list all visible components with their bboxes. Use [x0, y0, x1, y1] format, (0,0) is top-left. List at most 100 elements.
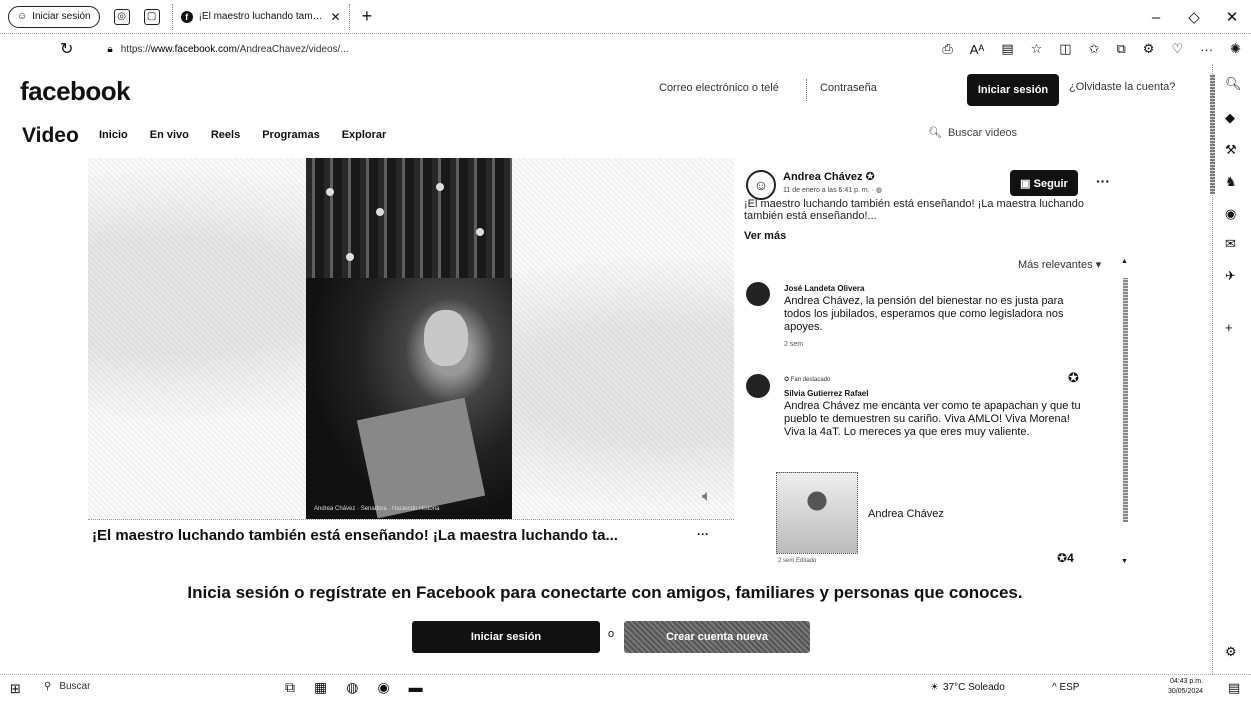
copilot-icon[interactable]: ✺ — [1230, 41, 1241, 57]
search-icon: 🔍︎ — [928, 127, 942, 139]
close-window-button[interactable]: ✕ — [1213, 0, 1251, 34]
start-icon[interactable]: ⊞ — [10, 681, 21, 697]
scrollbar-thumb[interactable] — [1123, 278, 1128, 522]
author-name-text: Andrea Chávez — [783, 171, 863, 183]
workspaces-icon[interactable]: ◎ — [113, 8, 130, 25]
tray-text: ^ ESP — [1052, 682, 1080, 693]
shared-name[interactable]: Andrea Chávez — [868, 508, 944, 520]
games-icon[interactable]: ♞ — [1225, 174, 1237, 190]
weather-text: 37°C Soleado — [942, 682, 1005, 693]
url-field[interactable]: https://www.facebook.com/AndreaChavez/vi… — [121, 44, 349, 55]
commenter-avatar[interactable] — [746, 282, 770, 306]
more-icon[interactable]: ··· — [1200, 42, 1213, 57]
forgot-account-link[interactable]: ¿Olvidaste la cuenta? — [1069, 81, 1175, 93]
caption-more-button[interactable]: ··· — [697, 527, 709, 541]
shared-image[interactable] — [776, 472, 858, 554]
see-more-link[interactable]: Ver más — [744, 230, 786, 242]
top-fan-badge: ✪ Fan destacado — [784, 377, 831, 383]
video-search[interactable]: 🔍︎ Buscar videos — [928, 126, 1018, 140]
file-explorer-icon[interactable]: ▬ — [409, 679, 423, 696]
reaction-count: 4 — [1067, 551, 1074, 565]
nav-explorar[interactable]: Explorar — [342, 129, 387, 141]
author-name[interactable]: Andrea Chávez ✪ — [783, 170, 875, 183]
follow-button[interactable]: ▣ Seguir — [1010, 170, 1078, 196]
follow-label: Seguir — [1033, 177, 1068, 190]
video-ceiling — [306, 158, 512, 288]
shopping-icon[interactable]: ◆ — [1225, 110, 1235, 126]
ceiling-light — [376, 208, 384, 216]
favorites-bar-icon[interactable]: ✩ — [1089, 41, 1100, 57]
widgets-icon[interactable]: ▦ — [314, 679, 327, 696]
nav-programas[interactable]: Programas — [262, 129, 319, 141]
video-search-placeholder: Buscar videos — [947, 126, 1018, 139]
create-account-button[interactable]: Crear cuenta nueva — [624, 621, 810, 653]
commenter-avatar[interactable] — [746, 374, 770, 398]
post-date[interactable]: 11 de enero a las 6:41 p. m. · ◍ — [783, 186, 882, 194]
commenter-name[interactable]: Silvia Gutierrez Rafael — [784, 387, 1084, 400]
extensions-icon[interactable]: ⚙ — [1143, 41, 1155, 57]
ceiling-light — [436, 183, 444, 191]
tab-actions-icon[interactable]: ▢ — [143, 8, 160, 25]
author-avatar[interactable]: ☺ — [746, 170, 776, 200]
prompt-login-button[interactable]: Iniciar sesión — [412, 621, 600, 653]
comment-text: Andrea Chávez, la pensión del bienestar … — [784, 295, 1064, 333]
add-icon[interactable]: + — [1225, 320, 1233, 335]
profile-button[interactable]: ☺ Iniciar sesión — [8, 5, 100, 28]
shared-reactions[interactable]: ✪4 — [1057, 551, 1074, 565]
outlook-icon[interactable]: ✉ — [1225, 236, 1236, 252]
clock-time: 04:43 p.m. — [1169, 678, 1204, 685]
task-view-icon[interactable]: ⧉ — [285, 679, 295, 696]
comment-time[interactable]: 2 sem — [784, 338, 1084, 351]
lock-icon[interactable]: 🔒︎ — [107, 44, 112, 55]
reader-icon[interactable]: ▤ — [1001, 41, 1013, 57]
weather-icon: ☀ — [930, 682, 939, 693]
tab-active[interactable]: f ¡El maestro luchando también e ✕ — [171, 3, 350, 30]
reaction-icon: ✪ — [1057, 551, 1068, 565]
url-domain: www.facebook.com — [150, 43, 237, 55]
tab-close-icon[interactable]: ✕ — [331, 10, 341, 24]
office-icon[interactable]: ◉ — [1225, 206, 1236, 222]
comments-scrollbar[interactable]: ▲ ▼ — [1121, 258, 1129, 570]
maximize-button[interactable]: ◇ — [1175, 0, 1213, 34]
post-text: ¡El maestro luchando también está enseña… — [744, 198, 1084, 222]
scroll-down-icon[interactable]: ▼ — [1121, 558, 1128, 565]
new-tab-button[interactable]: + — [362, 6, 373, 27]
drop-icon[interactable]: ✈ — [1225, 268, 1236, 284]
text-size-icon[interactable]: Aᴬ — [970, 42, 985, 57]
facebook-header: facebook Correo electrónico o telé Contr… — [0, 64, 1210, 114]
tools-icon[interactable]: ⚒ — [1225, 142, 1237, 158]
scroll-up-icon[interactable]: ▲ — [1121, 258, 1128, 265]
weather-widget[interactable]: ☀ 37°C Soleado — [930, 682, 1005, 693]
taskbar-search[interactable]: ⚲ Buscar — [44, 681, 90, 692]
header-login-button[interactable]: Iniciar sesión — [967, 74, 1059, 106]
collections-icon[interactable]: ⧉ — [1116, 41, 1125, 57]
email-field[interactable]: Correo electrónico o telé — [655, 79, 807, 101]
search-icon: ⚲ — [44, 681, 52, 692]
nav-en-vivo[interactable]: En vivo — [150, 129, 189, 141]
notifications-icon[interactable]: ▤ — [1228, 680, 1240, 696]
favorite-icon[interactable]: ☆ — [1031, 41, 1043, 57]
video-player[interactable]: Andrea Chávez · Senadora · Haciendo Hist… — [88, 158, 734, 520]
taskbar-clock[interactable]: 04:43 p.m. 30/05/2024 — [1168, 677, 1203, 697]
video-section-title: Video — [22, 124, 79, 147]
search-icon[interactable]: 🔍︎ — [1225, 76, 1242, 92]
facebook-logo[interactable]: facebook — [20, 76, 131, 107]
reload-icon[interactable]: ↻ — [60, 39, 73, 59]
post-more-button[interactable]: ··· — [1096, 173, 1110, 189]
read-aloud-icon[interactable]: ⎙ — [942, 41, 952, 57]
system-tray[interactable]: ^ ESP — [1052, 682, 1079, 693]
video-frame[interactable]: Andrea Chávez · Senadora · Haciendo Hist… — [306, 158, 512, 519]
minimize-button[interactable]: – — [1137, 0, 1175, 34]
nav-inicio[interactable]: Inicio — [99, 129, 128, 141]
edge-icon[interactable]: ◍ — [346, 679, 358, 696]
prompt-or: o — [608, 628, 615, 640]
nav-reels[interactable]: Reels — [211, 129, 240, 141]
commenter-name[interactable]: José Landeta Olivera — [784, 282, 1084, 295]
comment-sort-dropdown[interactable]: Más relevantes ▾ — [1018, 258, 1101, 271]
settings-icon[interactable]: ⚙ — [1225, 644, 1237, 660]
heart-icon[interactable]: ♡ — [1171, 41, 1183, 57]
chrome-icon[interactable]: ◉ — [377, 679, 389, 696]
password-field[interactable]: Contraseña — [816, 79, 956, 101]
volume-icon[interactable]: 🔈︎ — [702, 488, 712, 506]
split-screen-icon[interactable]: ◫ — [1059, 41, 1071, 57]
